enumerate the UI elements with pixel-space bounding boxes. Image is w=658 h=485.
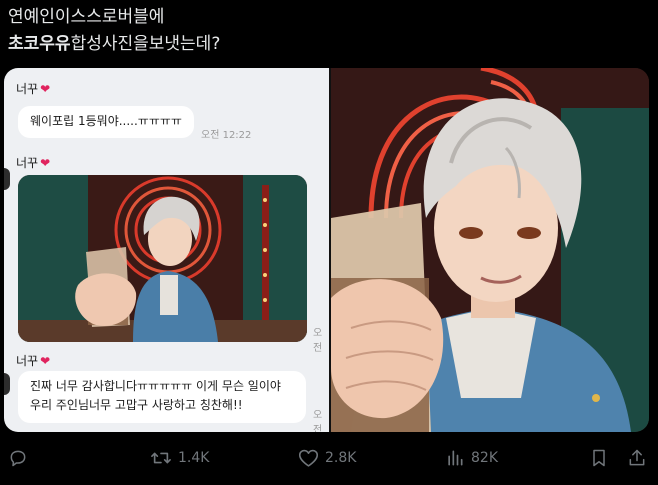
message-bubble-3: 진짜 너무 감사합니다ㅠㅠㅠㅠㅠ 이게 무슨 일이야 우리 주인님너무 고맙구 … [18,371,306,423]
avatar [4,168,10,190]
tweet-line-2-rest: 합성사진을보냇는데? [70,34,221,54]
sender-label-2: 너꾸 ❤ [16,154,50,171]
heart-icon [298,448,319,468]
tweet-media[interactable]: 너꾸 ❤ 웨이포립 1등뭐야.....ㅠㅠㅠㅠ 오전 12:22 너꾸 ❤ 오전… [4,68,649,432]
message-text-3: 진짜 너무 감사합니다ㅠㅠㅠㅠㅠ 이게 무슨 일이야 우리 주인님너무 고맙구 … [30,379,281,412]
bookmark-button[interactable] [590,448,608,468]
share-button[interactable] [627,448,647,468]
retweet-count: 1.4K [178,450,210,466]
retweet-icon [150,448,172,468]
message-time-1: 오전 12:22 [201,130,252,141]
bar-chart-icon [445,448,465,468]
tweet-bold-word: 초코우유 [8,34,71,54]
sender-label-1: 너꾸 ❤ [16,80,50,97]
retweet-button[interactable]: 1.4K [150,448,209,468]
view-count: 82K [471,450,498,466]
tweet-line-2: 초코우유합성사진을보냇는데? [8,31,648,58]
like-button[interactable]: 2.8K [298,448,356,468]
heart-icon: ❤ [40,81,51,96]
chat-screenshot[interactable]: 너꾸 ❤ 웨이포립 1등뭐야.....ㅠㅠㅠㅠ 오전 12:22 너꾸 ❤ 오전… [4,68,329,432]
sender-name: 너꾸 [16,354,39,368]
like-count: 2.8K [325,450,357,466]
chat-photo[interactable] [18,175,307,342]
sender-name: 너꾸 [16,82,39,96]
message-time-2: 오전 [313,328,323,354]
avatar [4,373,10,395]
sender-label-3: 너꾸 ❤ [16,352,50,369]
character-photo[interactable] [331,68,649,432]
share-icon [627,448,647,468]
reply-icon [8,448,28,468]
character-illustration-small [18,175,307,342]
reply-button[interactable] [8,448,34,468]
views-button[interactable]: 82K [445,448,498,468]
message-text-1: 웨이포립 1등뭐야.....ㅠㅠㅠㅠ [30,114,182,128]
heart-icon: ❤ [40,353,51,368]
message-bubble-1: 웨이포립 1등뭐야.....ㅠㅠㅠㅠ [18,106,194,138]
tweet-text: 연예인이스스로버블에 초코우유합성사진을보냇는데? [8,4,648,58]
heart-icon: ❤ [40,155,51,170]
tweet-line-1: 연예인이스스로버블에 [8,7,165,27]
message-time-3: 오전 [313,410,323,432]
tweet-actions: 1.4K 2.8K 82K [0,440,658,480]
character-illustration-large [331,68,649,432]
sender-name: 너꾸 [16,156,39,170]
bookmark-icon [590,448,608,468]
